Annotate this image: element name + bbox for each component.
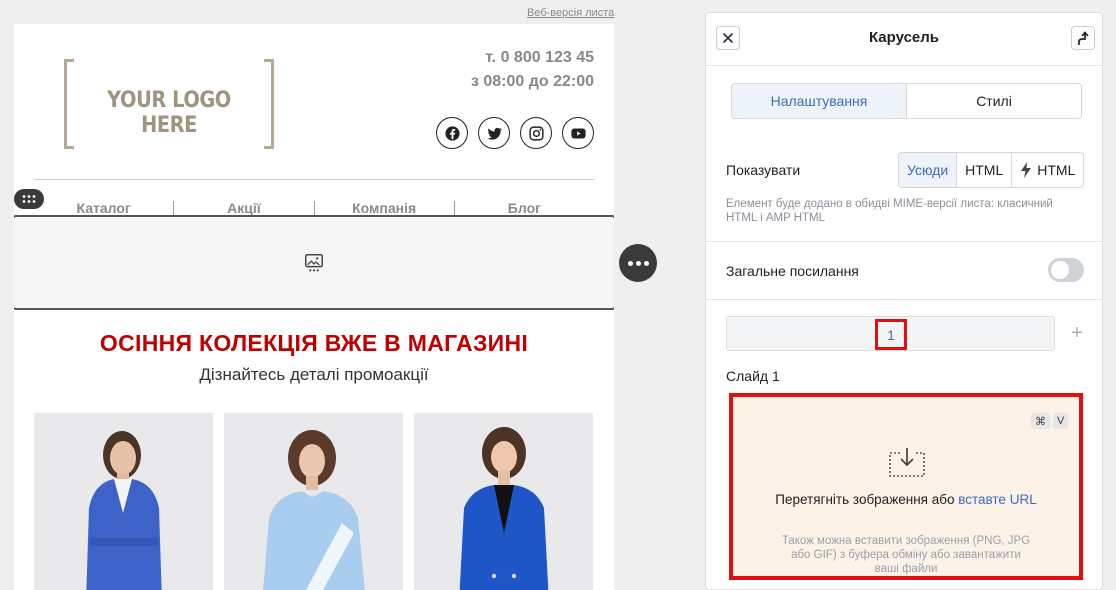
carousel-block-selected[interactable] bbox=[14, 215, 614, 310]
toggle-knob bbox=[1051, 261, 1069, 279]
arrow-up-icon bbox=[1078, 31, 1089, 45]
product-grid bbox=[34, 413, 593, 590]
section-divider bbox=[706, 241, 1102, 242]
panel-header: Карусель bbox=[706, 13, 1102, 66]
shortcut-v-key: V bbox=[1053, 413, 1069, 429]
section-divider bbox=[706, 299, 1102, 300]
common-link-toggle[interactable] bbox=[1048, 258, 1084, 282]
youtube-icon[interactable] bbox=[562, 117, 594, 149]
model-light-blue-sweater-illustration bbox=[224, 413, 403, 590]
drop-text: Перетягніть зображення або bbox=[775, 492, 955, 507]
instagram-icon[interactable] bbox=[520, 117, 552, 149]
facebook-icon[interactable] bbox=[436, 117, 468, 149]
show-option-html[interactable]: HTML bbox=[956, 153, 1011, 187]
email-canvas: YOUR LOGO HERE т. 0 800 123 45 з 08:00 д… bbox=[14, 24, 614, 590]
insert-url-link[interactable]: вставте URL bbox=[958, 492, 1036, 507]
show-hint: Елемент буде додано в обидві MIME-версії… bbox=[726, 198, 1053, 224]
tab-styles[interactable]: Стилі bbox=[907, 84, 1081, 118]
logo-bracket-left bbox=[64, 59, 74, 149]
product-image-3[interactable] bbox=[414, 413, 593, 590]
model-blue-coat-illustration bbox=[34, 413, 213, 590]
promo-title: ОСІННЯ КОЛЕКЦІЯ ВЖЕ В МАГАЗИНІ bbox=[99, 330, 529, 356]
more-options-button[interactable] bbox=[619, 244, 657, 282]
grip-dots-icon bbox=[22, 195, 36, 203]
social-icons bbox=[436, 117, 594, 149]
more-dot-icon bbox=[643, 260, 649, 266]
product-image-1[interactable] bbox=[34, 413, 213, 590]
show-option-amp-html[interactable]: HTML bbox=[1011, 153, 1083, 187]
show-option-amp-label: HTML bbox=[1037, 162, 1076, 178]
promo-subtitle: Дізнайтесь деталі промоакції bbox=[199, 365, 429, 384]
drop-hint: Також можна вставити зображення (PNG, JP… bbox=[781, 535, 1031, 575]
move-block-button[interactable] bbox=[1071, 26, 1095, 50]
show-label: Показувати bbox=[726, 162, 801, 178]
panel-tabs: Налаштування Стилі bbox=[731, 83, 1082, 119]
download-icon bbox=[889, 448, 925, 477]
web-version-link[interactable]: Веб-версія листа bbox=[527, 7, 614, 19]
carousel-placeholder-icon bbox=[305, 253, 323, 271]
model-cobalt-blazer-illustration bbox=[414, 413, 593, 590]
common-link-label: Загальне посилання bbox=[726, 263, 859, 279]
working-hours: з 08:00 до 22:00 bbox=[470, 73, 594, 90]
lightning-icon bbox=[1021, 162, 1032, 178]
logo-bracket-right bbox=[264, 59, 274, 149]
more-dot-icon bbox=[627, 260, 633, 266]
show-option-everywhere[interactable]: Усюди bbox=[899, 153, 957, 187]
twitter-icon[interactable] bbox=[478, 117, 510, 149]
settings-panel: Карусель Налаштування Стилі Показувати У… bbox=[705, 12, 1103, 590]
product-image-2[interactable] bbox=[224, 413, 403, 590]
contact-block: т. 0 800 123 45 з 08:00 до 22:00 bbox=[471, 46, 594, 94]
drop-instruction: Перетягніть зображення або вставте URL bbox=[743, 492, 1069, 508]
slide-tab-1[interactable]: 1 bbox=[875, 319, 907, 350]
image-drop-zone[interactable]: ⌘ V Перетягніть зображення або вставте U… bbox=[729, 393, 1083, 580]
shortcut-cmd-key: ⌘ bbox=[1031, 413, 1050, 429]
show-options-group: Усюди HTML HTML bbox=[898, 152, 1085, 188]
more-dot-icon bbox=[635, 260, 641, 266]
slide-label: Слайд 1 bbox=[726, 368, 780, 384]
drag-handle[interactable] bbox=[14, 189, 44, 209]
slide-tabs: 1 bbox=[726, 316, 1055, 351]
logo-text: YOUR LOGO HERE bbox=[107, 88, 231, 138]
tab-settings[interactable]: Налаштування bbox=[732, 84, 907, 118]
logo[interactable]: YOUR LOGO HERE bbox=[64, 59, 274, 149]
panel-title: Карусель bbox=[868, 29, 940, 46]
header-divider bbox=[34, 179, 594, 180]
add-slide-button[interactable]: + bbox=[1068, 318, 1086, 348]
phone-number: т. 0 800 123 45 bbox=[485, 49, 594, 66]
